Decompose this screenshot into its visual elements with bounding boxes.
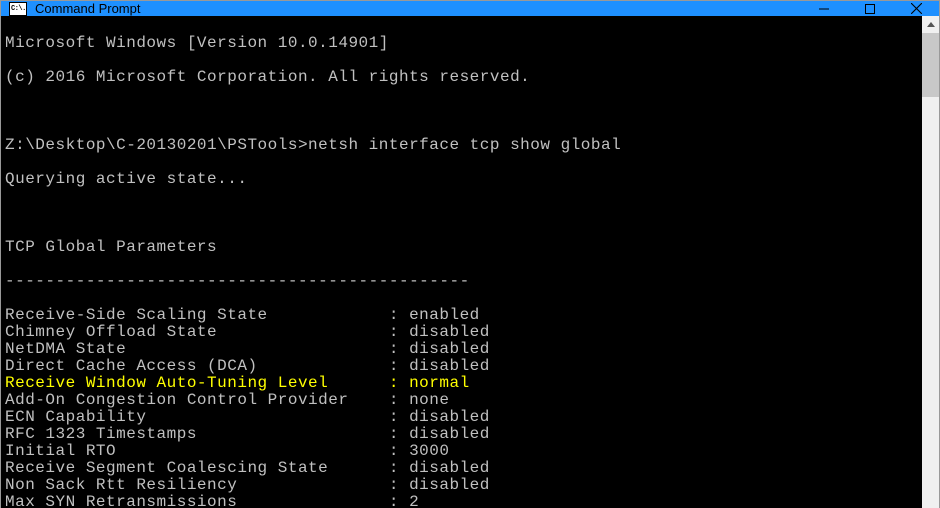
param-row: RFC 1323 Timestamps : disabled <box>5 426 922 443</box>
param-row: Chimney Offload State : disabled <box>5 324 922 341</box>
param-row: Add-On Congestion Control Provider : non… <box>5 392 922 409</box>
section-header: TCP Global Parameters <box>5 239 922 256</box>
param-separator: : <box>389 442 409 460</box>
param-separator: : <box>389 459 409 477</box>
maximize-button[interactable] <box>847 1 893 16</box>
scroll-up-button[interactable] <box>922 16 939 33</box>
param-value: 3000 <box>409 442 449 460</box>
scroll-thumb[interactable] <box>922 33 939 97</box>
param-separator: : <box>389 391 409 409</box>
param-separator: : <box>389 425 409 443</box>
status-line: Querying active state... <box>5 171 922 188</box>
param-value: normal <box>409 374 470 392</box>
vertical-scrollbar[interactable] <box>922 16 939 508</box>
param-label: RFC 1323 Timestamps <box>5 425 389 443</box>
client-area: Microsoft Windows [Version 10.0.14901] (… <box>1 16 939 508</box>
param-value: disabled <box>409 476 490 494</box>
console-output[interactable]: Microsoft Windows [Version 10.0.14901] (… <box>1 16 922 508</box>
param-row: Direct Cache Access (DCA) : disabled <box>5 358 922 375</box>
banner-line: (c) 2016 Microsoft Corporation. All righ… <box>5 69 922 86</box>
param-value: disabled <box>409 357 490 375</box>
window-title: Command Prompt <box>35 1 801 16</box>
param-value: disabled <box>409 425 490 443</box>
param-row: Initial RTO : 3000 <box>5 443 922 460</box>
param-separator: : <box>389 357 409 375</box>
param-value: disabled <box>409 408 490 426</box>
param-separator: : <box>389 340 409 358</box>
param-label: Max SYN Retransmissions <box>5 493 389 508</box>
param-row: Receive Segment Coalescing State : disab… <box>5 460 922 477</box>
divider-line: ----------------------------------------… <box>5 273 922 290</box>
window-frame: C:\. Command Prompt Microsoft Windows [V… <box>0 0 940 508</box>
window-controls <box>801 1 939 16</box>
param-label: Receive Segment Coalescing State <box>5 459 389 477</box>
param-value: disabled <box>409 459 490 477</box>
param-value: 2 <box>409 493 419 508</box>
param-value: enabled <box>409 306 480 324</box>
command-text: netsh interface tcp show global <box>308 136 621 154</box>
param-label: Direct Cache Access (DCA) <box>5 357 389 375</box>
param-value: disabled <box>409 340 490 358</box>
param-value: disabled <box>409 323 490 341</box>
app-icon: C:\. <box>9 2 27 16</box>
param-label: Chimney Offload State <box>5 323 389 341</box>
param-label: Receive Window Auto-Tuning Level <box>5 374 389 392</box>
prompt-line: Z:\Desktop\C-20130201\PSTools>netsh inte… <box>5 137 922 154</box>
param-separator: : <box>389 476 409 494</box>
param-value: none <box>409 391 449 409</box>
prompt-path: Z:\Desktop\C-20130201\PSTools> <box>5 136 308 154</box>
param-label: ECN Capability <box>5 408 389 426</box>
param-row: Receive-Side Scaling State : enabled <box>5 307 922 324</box>
param-separator: : <box>389 408 409 426</box>
param-row: ECN Capability : disabled <box>5 409 922 426</box>
param-separator: : <box>389 306 409 324</box>
close-button[interactable] <box>893 1 939 16</box>
titlebar[interactable]: C:\. Command Prompt <box>1 1 939 16</box>
param-row: Non Sack Rtt Resiliency : disabled <box>5 477 922 494</box>
param-label: NetDMA State <box>5 340 389 358</box>
param-label: Initial RTO <box>5 442 389 460</box>
param-separator: : <box>389 493 409 508</box>
param-label: Receive-Side Scaling State <box>5 306 389 324</box>
banner-line: Microsoft Windows [Version 10.0.14901] <box>5 35 922 52</box>
blank-line <box>5 103 922 120</box>
param-separator: : <box>389 323 409 341</box>
blank-line <box>5 205 922 222</box>
minimize-button[interactable] <box>801 1 847 16</box>
param-separator: : <box>389 374 409 392</box>
param-row: Receive Window Auto-Tuning Level : norma… <box>5 375 922 392</box>
param-label: Non Sack Rtt Resiliency <box>5 476 389 494</box>
param-row: NetDMA State : disabled <box>5 341 922 358</box>
param-row: Max SYN Retransmissions : 2 <box>5 494 922 508</box>
param-label: Add-On Congestion Control Provider <box>5 391 389 409</box>
